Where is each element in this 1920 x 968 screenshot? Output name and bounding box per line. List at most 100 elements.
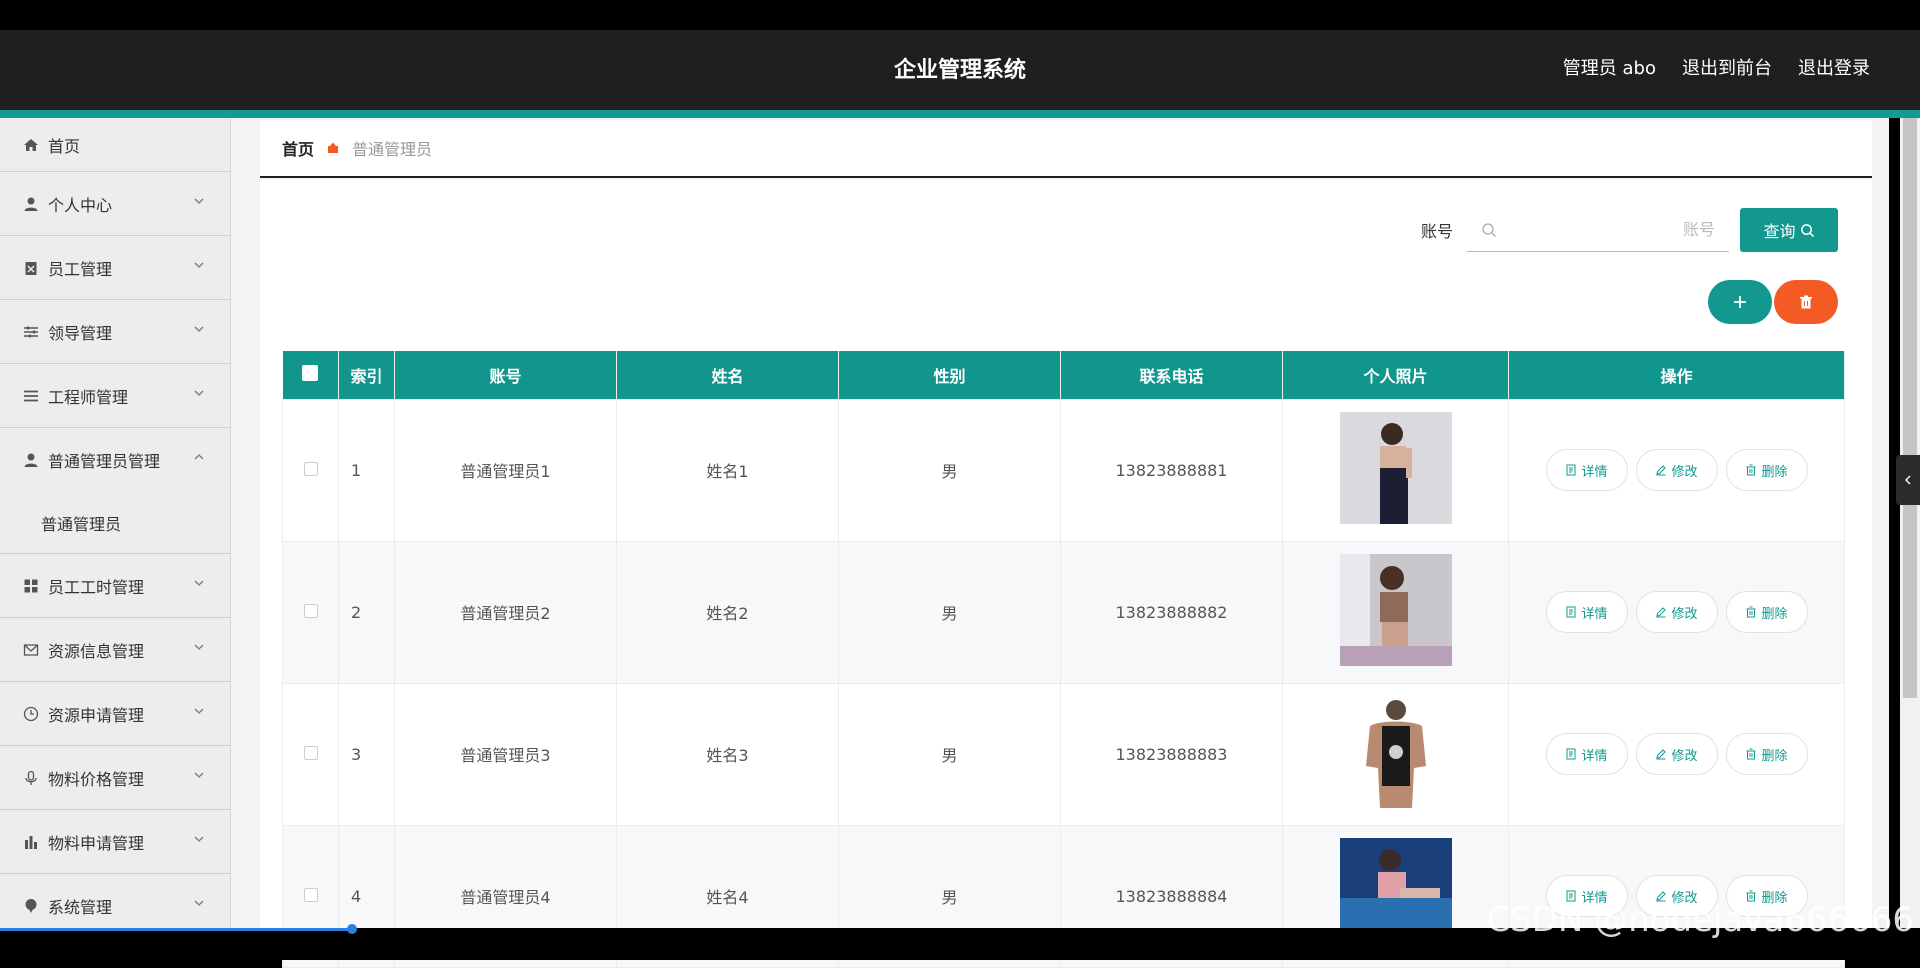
bar-chart-icon <box>22 833 40 851</box>
list-icon <box>22 387 40 405</box>
video-progress-handle[interactable] <box>347 924 357 934</box>
sidebar-subitem-admin[interactable]: 普通管理员 <box>0 492 230 554</box>
row-checkbox[interactable] <box>303 603 318 618</box>
collapse-panel-button[interactable] <box>1896 455 1920 505</box>
trash-icon <box>1746 606 1756 618</box>
query-button-label: 查询 <box>1763 222 1796 241</box>
column-header: 账号 <box>394 351 617 399</box>
sidebar-item-profile[interactable]: 个人中心 <box>0 172 230 236</box>
delete-button[interactable]: 删除 <box>1725 591 1808 633</box>
column-header: 联系电话 <box>1060 351 1283 399</box>
edit-icon <box>1656 465 1667 476</box>
video-progress-bar[interactable] <box>0 928 352 931</box>
trash-icon <box>1800 295 1812 309</box>
edit-button-label: 修改 <box>1671 748 1698 764</box>
sidebar-item-employees[interactable]: 员工管理 <box>0 236 230 300</box>
cell-account: 普通管理员3 <box>394 682 617 826</box>
sidebar-item-label: 员工管理 <box>48 259 113 279</box>
cell-index: 1 <box>338 398 395 542</box>
trash-icon <box>1746 748 1756 760</box>
table-row: 1 普通管理员1 姓名1 男 13823888881 详情 修改 删除 <box>282 398 1845 542</box>
sidebar-item-engineers[interactable]: 工程师管理 <box>0 364 230 428</box>
admin-table: 索引 账号 姓名 性别 联系电话 个人照片 操作 1 普通管理员1 姓名1 男 … <box>282 351 1845 968</box>
chevron-down-icon <box>194 390 204 396</box>
batch-delete-button[interactable] <box>1774 280 1838 324</box>
breadcrumb-home[interactable]: 首页 <box>282 136 314 160</box>
edit-button[interactable]: 修改 <box>1635 733 1718 775</box>
cell-account: 普通管理员2 <box>394 540 617 684</box>
edit-button[interactable]: 修改 <box>1635 449 1718 491</box>
edit-icon <box>1656 749 1667 760</box>
sidebar-item-system[interactable]: 系统管理 <box>0 874 230 928</box>
sidebar-item-label: 领导管理 <box>48 323 113 343</box>
column-header: 姓名 <box>616 351 839 399</box>
column-header: 操作 <box>1508 351 1845 399</box>
mail-icon <box>22 641 40 659</box>
row-checkbox[interactable] <box>303 461 318 476</box>
chevron-down-icon <box>194 580 204 586</box>
app-header: 企业管理系统 管理员 abo 退出到前台 退出登录 <box>0 30 1920 110</box>
chevron-up-icon <box>194 454 204 460</box>
column-header: 索引 <box>338 351 395 399</box>
search-row: 账号 查询 <box>1421 208 1838 252</box>
chevron-down-icon <box>194 326 204 332</box>
current-user-label[interactable]: 管理员 abo <box>1563 54 1656 80</box>
row-checkbox[interactable] <box>303 745 318 760</box>
sidebar-item-material-apply[interactable]: 物料申请管理 <box>0 810 230 874</box>
sidebar-item-worktime[interactable]: 员工工时管理 <box>0 554 230 618</box>
sidebar-item-label: 物料申请管理 <box>48 833 145 853</box>
search-label: 账号 <box>1420 222 1453 241</box>
sidebar-item-leaders[interactable]: 领导管理 <box>0 300 230 364</box>
clock-icon <box>22 705 40 723</box>
header-nav: 管理员 abo 退出到前台 退出登录 <box>1563 54 1870 80</box>
select-all-checkbox[interactable] <box>302 364 319 381</box>
sidebar-item-resource-apply[interactable]: 资源申请管理 <box>0 682 230 746</box>
search-icon <box>1482 222 1496 237</box>
cell-actions: 详情 修改 删除 <box>1508 540 1845 684</box>
cell-name: 姓名2 <box>616 540 839 684</box>
cell-phone: 13823888882 <box>1060 540 1283 684</box>
main-panel: 账号 查询 索引 <box>260 180 1872 968</box>
content-area: 首页 普通管理员 账号 查询 <box>231 118 1889 968</box>
back-to-front-link[interactable]: 退出到前台 <box>1682 54 1772 80</box>
delete-button-label: 删除 <box>1761 748 1788 764</box>
logout-link[interactable]: 退出登录 <box>1798 54 1870 80</box>
cell-actions: 详情 修改 删除 <box>1508 398 1845 542</box>
sidebar-item-material-price[interactable]: 物料价格管理 <box>0 746 230 810</box>
document-icon <box>1566 606 1576 618</box>
detail-button[interactable]: 详情 <box>1545 449 1628 491</box>
user-icon <box>22 451 40 469</box>
delete-button[interactable]: 删除 <box>1725 449 1808 491</box>
cell-gender: 男 <box>838 682 1061 826</box>
column-header: 个人照片 <box>1282 351 1509 399</box>
add-button[interactable] <box>1708 280 1772 324</box>
sidebar-item-admins[interactable]: 普通管理员管理 <box>0 428 230 492</box>
sidebar-item-resource-info[interactable]: 资源信息管理 <box>0 618 230 682</box>
row-checkbox[interactable] <box>303 887 318 902</box>
cell-index: 2 <box>338 540 395 684</box>
detail-button-label: 详情 <box>1581 748 1608 764</box>
grid-icon <box>22 577 40 595</box>
edit-button-label: 修改 <box>1671 464 1698 480</box>
breadcrumb: 首页 普通管理员 <box>260 120 1872 178</box>
sidebar-item-label: 物料价格管理 <box>48 769 145 789</box>
plus-icon <box>1734 296 1746 308</box>
detail-button[interactable]: 详情 <box>1545 733 1628 775</box>
table-row: 3 普通管理员3 姓名3 男 13823888883 详情 修改 删除 <box>282 682 1845 826</box>
sidebar-item-home[interactable]: 首页 <box>0 118 230 172</box>
chevron-down-icon <box>194 644 204 650</box>
chevron-left-icon <box>1905 475 1911 485</box>
edit-button[interactable]: 修改 <box>1635 591 1718 633</box>
select-all-cell <box>282 351 339 399</box>
user-icon <box>22 195 40 213</box>
detail-button-label: 详情 <box>1581 606 1608 622</box>
chevron-down-icon <box>194 198 204 204</box>
query-button[interactable]: 查询 <box>1740 208 1838 252</box>
detail-button[interactable]: 详情 <box>1545 591 1628 633</box>
delete-button[interactable]: 删除 <box>1725 733 1808 775</box>
chevron-down-icon <box>194 772 204 778</box>
scrollbar-thumb[interactable] <box>1903 118 1917 698</box>
chevron-down-icon <box>194 262 204 268</box>
search-input[interactable] <box>1497 220 1715 239</box>
page-scrollbar[interactable] <box>1900 118 1920 928</box>
